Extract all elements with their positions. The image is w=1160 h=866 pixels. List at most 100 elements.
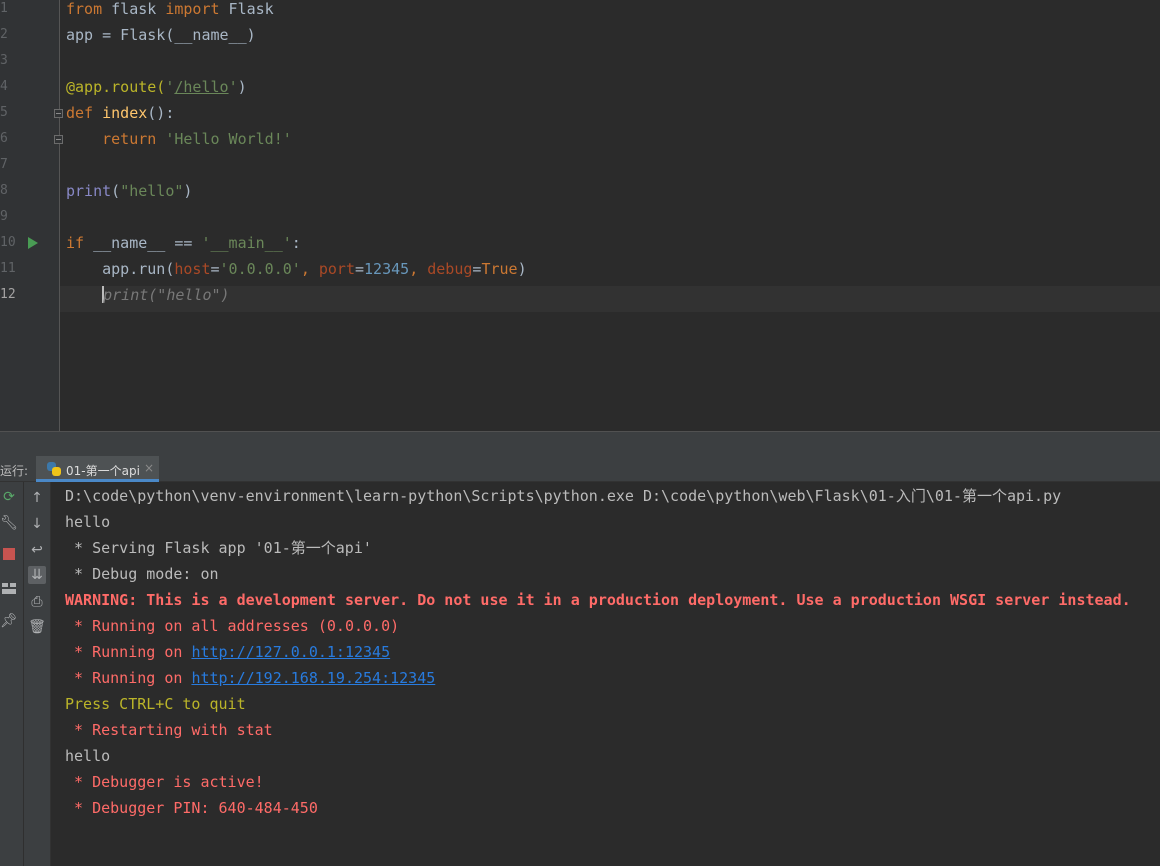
string-literal: 'Hello World!' — [165, 130, 292, 148]
keyword: if — [66, 234, 85, 252]
code-area[interactable]: from flask import Flask app = Flask(__na… — [60, 0, 1160, 431]
keyword: return — [102, 130, 157, 148]
param-name: debug — [427, 260, 473, 278]
string-literal: '0.0.0.0' — [219, 260, 301, 278]
run-toolbar-primary: ⟳ 🔧︎ 📌︎ — [0, 482, 24, 866]
decorator: @app.route( — [66, 78, 166, 96]
console-line: D:\code\python\venv-environment\learn-py… — [65, 487, 1062, 505]
import-name: Flask — [219, 0, 274, 18]
run-label: 运行: — [0, 464, 29, 478]
console-line: * Debugger is active! — [65, 773, 264, 791]
code-text: __name__ == — [84, 234, 202, 252]
soft-wrap-icon[interactable]: ↩ — [28, 541, 46, 559]
line-number: 9 — [0, 209, 8, 224]
console-text: * Running on — [65, 669, 192, 687]
line-number: 6 — [0, 131, 8, 146]
param-name: port — [318, 260, 355, 278]
module-name: flask — [102, 0, 166, 18]
keyword: True — [481, 260, 518, 278]
wrench-icon[interactable]: 🔧︎ — [0, 514, 18, 532]
line-number: 11 — [0, 261, 16, 276]
line-number: 3 — [0, 53, 8, 68]
punctuation: , — [300, 260, 319, 278]
keyword: import — [165, 0, 220, 18]
run-toolbar: ⟳ 🔧︎ 📌︎ ↑ ↓ ↩ ⇊ ⎙ 🗑︎ — [0, 482, 51, 866]
console-line: * Debug mode: on — [65, 565, 219, 583]
code-line-12-current[interactable]: print("hello") — [60, 286, 1160, 312]
trash-icon[interactable]: 🗑︎ — [28, 618, 46, 636]
stop-icon[interactable] — [3, 548, 15, 560]
code-line-6: return 'Hello World!' — [60, 130, 1160, 156]
line-number: 8 — [0, 183, 8, 198]
console-warning: WARNING: This is a development server. D… — [65, 591, 1131, 609]
run-config-tab[interactable]: 01-第一个api × — [36, 456, 159, 482]
console-line: * Running on all addresses (0.0.0.0) — [65, 617, 400, 635]
param-name: host — [174, 260, 211, 278]
keyword: def — [66, 104, 94, 122]
console-text: * Running on — [65, 643, 192, 661]
run-tab-label: 01-第一个api — [66, 464, 140, 478]
punctuation: : — [291, 234, 301, 252]
string-literal: "hello" — [120, 182, 184, 200]
code-line-5: def index(): — [60, 104, 1160, 130]
run-gutter-icon[interactable] — [28, 237, 38, 249]
code-line-11: app.run(host='0.0.0.0', port=12345, debu… — [60, 260, 1160, 286]
layout-icon[interactable] — [2, 583, 16, 594]
arrow-down-icon[interactable]: ↓ — [28, 515, 46, 533]
run-console-output[interactable]: D:\code\python\venv-environment\learn-py… — [51, 482, 1160, 866]
line-number: 1 — [0, 1, 8, 16]
string-quote: ' — [228, 78, 238, 96]
punctuation: ( — [111, 182, 121, 200]
console-line: hello — [65, 513, 111, 531]
console-line: hello — [65, 747, 111, 765]
keyword: from — [66, 0, 103, 18]
line-number-current: 12 — [0, 287, 16, 302]
pin-icon[interactable]: 📌︎ — [0, 612, 18, 630]
console-line: Press CTRL+C to quit — [65, 695, 246, 713]
code-line-4: @app.route('/hello') — [60, 78, 1160, 104]
console-line: * Running on http://127.0.0.1:12345 — [65, 639, 390, 665]
line-number: 7 — [0, 157, 8, 172]
inline-completion-hint: print("hello") — [103, 286, 230, 304]
code-line-10: if __name__ == '__main__': — [60, 234, 1160, 260]
rerun-icon[interactable]: ⟳ — [0, 488, 18, 506]
punctuation: ) — [237, 78, 247, 96]
builtin-function: print — [66, 182, 112, 200]
string-literal: '__main__' — [201, 234, 292, 252]
code-line-8: print("hello") — [60, 182, 1160, 208]
local-url-link[interactable]: http://127.0.0.1:12345 — [191, 643, 390, 661]
function-name: index — [102, 104, 148, 122]
arrow-up-icon[interactable]: ↑ — [28, 489, 46, 507]
punctuation: ) — [183, 182, 193, 200]
punctuation: ) — [517, 260, 527, 278]
editor-gutter: 1 2 3 4 5 6 7 8 9 10 11 12 — [0, 0, 63, 431]
run-tool-window-header: 运行: 01-第一个api × — [0, 456, 1160, 482]
scroll-to-end-icon[interactable]: ⇊ — [28, 566, 46, 584]
punctuation: (): — [147, 104, 175, 122]
code-editor[interactable]: 1 2 3 4 5 6 7 8 9 10 11 12 from flask im… — [0, 0, 1160, 431]
line-number: 10 — [0, 235, 16, 250]
console-line: * Running on http://192.168.19.254:12345 — [65, 665, 435, 691]
network-url-link[interactable]: http://192.168.19.254:12345 — [191, 669, 435, 687]
console-line: * Restarting with stat — [65, 721, 273, 739]
code-text: app.run( — [102, 260, 175, 278]
number-literal: 12345 — [364, 260, 410, 278]
line-number: 4 — [0, 79, 8, 94]
console-line: * Debugger PIN: 640-484-450 — [65, 799, 318, 817]
panel-splitter[interactable] — [0, 431, 1160, 456]
route-path: /hello — [174, 78, 229, 96]
code-line-1: from flask import Flask — [60, 0, 1160, 26]
console-line: * Serving Flask app '01-第一个api' — [65, 539, 372, 557]
code-line-2: app = Flask(__name__) — [60, 26, 1160, 52]
line-number: 2 — [0, 27, 8, 42]
punctuation: = — [210, 260, 220, 278]
close-icon[interactable]: × — [144, 461, 154, 475]
print-icon[interactable]: ⎙ — [28, 593, 46, 611]
line-number: 5 — [0, 105, 8, 120]
punctuation: = — [355, 260, 365, 278]
